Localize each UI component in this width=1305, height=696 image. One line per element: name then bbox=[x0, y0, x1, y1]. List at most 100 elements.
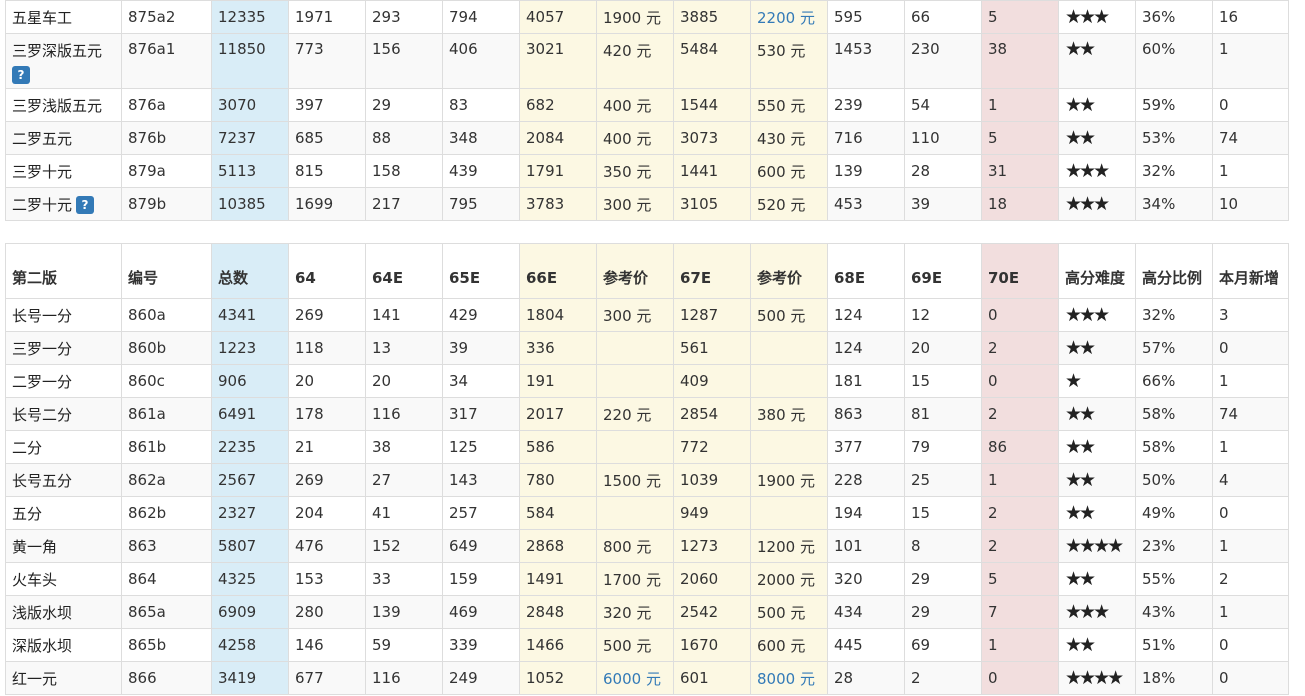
cell-code-text: 862a bbox=[128, 471, 166, 489]
cell-69e-text: 230 bbox=[911, 40, 940, 58]
cell-66e-text: 191 bbox=[526, 372, 555, 390]
header-69e[interactable]: 69E bbox=[904, 243, 982, 299]
cell-67e-text: 949 bbox=[680, 504, 709, 522]
header-ref-price-2[interactable]: 参考价 bbox=[750, 243, 828, 299]
cell-code: 876b bbox=[121, 121, 212, 155]
cell-ref-price-2-text: 2000 元 bbox=[757, 570, 815, 589]
cell-64e: 217 bbox=[365, 187, 443, 221]
header-70e[interactable]: 70E bbox=[981, 243, 1059, 299]
cell-65e-text: 143 bbox=[449, 471, 478, 489]
cell-64e-text: 33 bbox=[372, 570, 392, 588]
header-new-this-month[interactable]: 本月新增 bbox=[1212, 243, 1289, 299]
header-high-score-ratio[interactable]: 高分比例 bbox=[1135, 243, 1213, 299]
cell-65e: 429 bbox=[442, 298, 520, 332]
cell-67e: 561 bbox=[673, 331, 751, 365]
cell-64: 476 bbox=[288, 529, 366, 563]
price-link[interactable]: 8000 元 bbox=[757, 670, 815, 688]
cell-69e: 15 bbox=[904, 364, 982, 398]
cell-total: 11850 bbox=[211, 33, 289, 89]
cell-name: 三罗一分 bbox=[5, 331, 122, 365]
difficulty-stars-icon: ★★★ bbox=[1065, 159, 1110, 182]
cell-code: 865b bbox=[121, 628, 212, 662]
cell-70e-text: 86 bbox=[988, 438, 1008, 456]
table-row: 长号五分 862a 2567 269 27 143 780 1500 元 1039 1900 元 2… bbox=[5, 463, 1289, 497]
header-65e[interactable]: 65E bbox=[442, 243, 520, 299]
cell-65e: 125 bbox=[442, 430, 520, 464]
cell-68e-text: 595 bbox=[834, 8, 863, 26]
cell-ref-price-1-text: 1500 元 bbox=[603, 471, 661, 490]
cell-code-text: 862b bbox=[128, 504, 167, 522]
cell-64e-text: 38 bbox=[372, 438, 392, 456]
cell-new: 74 bbox=[1212, 397, 1289, 431]
cell-name: 长号五分 bbox=[5, 463, 122, 497]
header-difficulty[interactable]: 高分难度 bbox=[1058, 243, 1136, 299]
header-edition[interactable]: 第二版 bbox=[5, 243, 122, 299]
price-link[interactable]: 2200 元 bbox=[757, 9, 815, 27]
cell-code: 861a bbox=[121, 397, 212, 431]
cell-code-text: 865a bbox=[128, 603, 166, 621]
cell-65e: 469 bbox=[442, 595, 520, 629]
cell-64-text: 21 bbox=[295, 438, 315, 456]
cell-64: 280 bbox=[288, 595, 366, 629]
header-67e[interactable]: 67E bbox=[673, 243, 751, 299]
cell-66e: 191 bbox=[519, 364, 597, 398]
cell-ref-price-2: 1900 元 bbox=[750, 463, 828, 497]
cell-70e-text: 5 bbox=[988, 8, 998, 26]
header-68e[interactable]: 68E bbox=[827, 243, 905, 299]
cell-67e-text: 1273 bbox=[680, 537, 719, 555]
cell-total: 906 bbox=[211, 364, 289, 398]
cell-67e: 2854 bbox=[673, 397, 751, 431]
cell-ref-price-2: 600 元 bbox=[750, 154, 828, 188]
cell-difficulty: ★ bbox=[1058, 364, 1136, 398]
cell-64e-text: 156 bbox=[372, 40, 401, 58]
cell-65e-text: 794 bbox=[449, 8, 478, 26]
cell-67e-text: 3885 bbox=[680, 8, 719, 26]
cell-69e-text: 28 bbox=[911, 162, 931, 180]
cell-68e: 445 bbox=[827, 628, 905, 662]
cell-code-text: 876a1 bbox=[128, 40, 176, 58]
cell-ratio-text: 55% bbox=[1142, 570, 1176, 588]
cell-64: 677 bbox=[288, 661, 366, 695]
cell-68e: 377 bbox=[827, 430, 905, 464]
help-icon[interactable]: ? bbox=[12, 66, 30, 84]
cell-65e: 143 bbox=[442, 463, 520, 497]
cell-70e: 2 bbox=[981, 397, 1059, 431]
header-64[interactable]: 64 bbox=[288, 243, 366, 299]
cell-69e: 28 bbox=[904, 154, 982, 188]
cell-66e: 1791 bbox=[519, 154, 597, 188]
cell-code: 864 bbox=[121, 562, 212, 596]
cell-64-text: 204 bbox=[295, 504, 324, 522]
cell-ref-price-1-text: 1900 元 bbox=[603, 8, 661, 27]
help-icon[interactable]: ? bbox=[76, 196, 95, 214]
cell-70e-text: 5 bbox=[988, 129, 998, 147]
cell-new-text: 10 bbox=[1219, 195, 1239, 213]
cell-new: 1 bbox=[1212, 154, 1289, 188]
cell-65e-text: 317 bbox=[449, 405, 478, 423]
header-total[interactable]: 总数 bbox=[211, 243, 289, 299]
cell-64: 178 bbox=[288, 397, 366, 431]
cell-difficulty: ★★ bbox=[1058, 33, 1136, 89]
cell-ratio-text: 36% bbox=[1142, 8, 1176, 26]
cell-68e: 320 bbox=[827, 562, 905, 596]
header-ref-price-1[interactable]: 参考价 bbox=[596, 243, 674, 299]
header-66e[interactable]: 66E bbox=[519, 243, 597, 299]
cell-66e: 4057 bbox=[519, 0, 597, 34]
cell-66e-text: 1491 bbox=[526, 570, 565, 588]
cell-ref-price-1-text: 500 元 bbox=[603, 636, 652, 655]
difficulty-stars-icon: ★ bbox=[1065, 369, 1082, 392]
cell-name: 三罗浅版五元 bbox=[5, 88, 122, 122]
cell-total: 3070 bbox=[211, 88, 289, 122]
cell-69e-text: 39 bbox=[911, 195, 931, 213]
header-code[interactable]: 编号 bbox=[121, 243, 212, 299]
cell-64-text: 269 bbox=[295, 471, 324, 489]
cell-64: 204 bbox=[288, 496, 366, 530]
cell-ref-price-1-text: 350 元 bbox=[603, 162, 652, 181]
cell-ref-price-2: 2000 元 bbox=[750, 562, 828, 596]
price-link[interactable]: 6000 元 bbox=[603, 670, 661, 688]
cell-65e: 406 bbox=[442, 33, 520, 89]
cell-69e: 110 bbox=[904, 121, 982, 155]
cell-64: 118 bbox=[288, 331, 366, 365]
cell-ref-price-1: 220 元 bbox=[596, 397, 674, 431]
cell-66e-text: 2017 bbox=[526, 405, 565, 423]
header-64e[interactable]: 64E bbox=[365, 243, 443, 299]
